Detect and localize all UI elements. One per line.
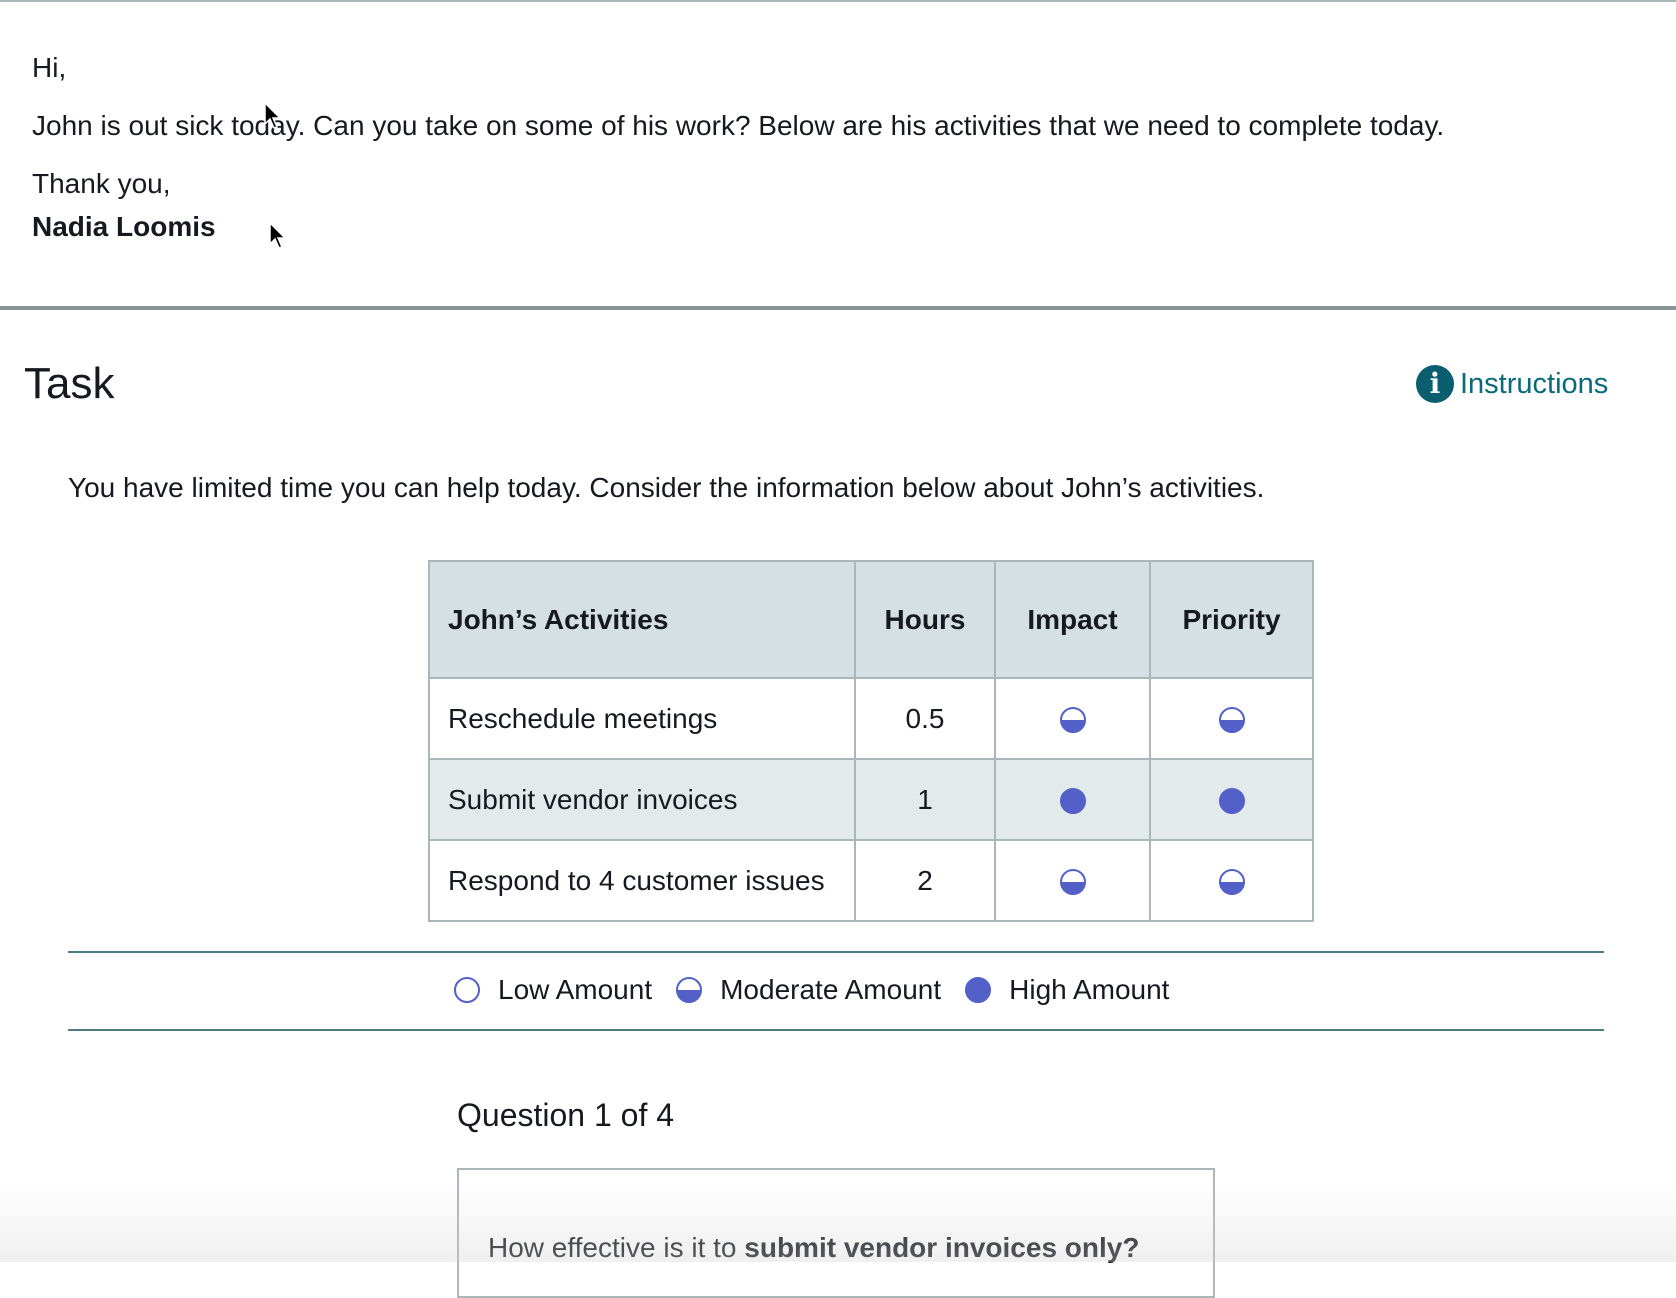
question-counter: Question 1 of 4 xyxy=(457,1097,675,1133)
mouse-cursor-icon xyxy=(264,102,282,129)
impact-level-icon xyxy=(1059,707,1086,734)
legend-item-moderate: Moderate Amount xyxy=(676,970,941,1010)
section-divider xyxy=(0,306,1676,310)
email-message: Hi, John is out sick today. Can you take… xyxy=(32,48,1444,247)
question-prompt-prefix: How effective is it to xyxy=(488,1232,745,1263)
mouse-cursor-icon xyxy=(269,222,287,249)
legend-label-moderate: Moderate Amount xyxy=(720,974,942,1005)
row-priority xyxy=(1149,839,1314,922)
row-hours: 0.5 xyxy=(854,677,996,760)
low-amount-icon xyxy=(454,977,480,1003)
task-title: Task xyxy=(24,359,115,408)
legend-item-high: High Amount xyxy=(965,970,1169,1010)
instructions-link[interactable]: i Instructions xyxy=(1416,364,1608,404)
email-sender: Nadia Loomis xyxy=(32,211,216,242)
row-activity: Submit vendor invoices xyxy=(428,758,856,841)
header-activities: John’s Activities xyxy=(428,560,856,679)
priority-level-icon xyxy=(1218,707,1245,734)
question-prompt-bold: submit vendor invoices only? xyxy=(744,1232,1140,1263)
table-row: Respond to 4 customer issues 2 xyxy=(428,839,1314,922)
task-intro: You have limited time you can help today… xyxy=(68,472,1265,503)
email-closing: Thank you, xyxy=(32,168,171,199)
row-impact xyxy=(994,758,1151,841)
impact-level-icon xyxy=(1059,788,1086,815)
priority-level-icon xyxy=(1218,788,1245,815)
table-row: Submit vendor invoices 1 xyxy=(428,758,1314,841)
email-body: John is out sick today. Can you take on … xyxy=(32,110,1445,141)
table-row: Reschedule meetings 0.5 xyxy=(428,677,1314,760)
header-hours: Hours xyxy=(854,560,996,679)
priority-level-icon xyxy=(1218,869,1245,896)
table-header-row: John’s Activities Hours Impact Priority xyxy=(428,560,1314,679)
instructions-label: Instructions xyxy=(1460,368,1609,400)
legend-top-rule xyxy=(68,951,1604,953)
header-priority: Priority xyxy=(1149,560,1314,679)
row-activity: Respond to 4 customer issues xyxy=(428,839,856,922)
activities-table: John’s Activities Hours Impact Priority … xyxy=(428,560,1314,922)
row-impact xyxy=(994,677,1151,760)
row-impact xyxy=(994,839,1151,922)
legend-label-high: High Amount xyxy=(1009,974,1170,1005)
row-priority xyxy=(1149,758,1314,841)
legend-bottom-rule xyxy=(68,1029,1604,1031)
row-activity: Reschedule meetings xyxy=(428,677,856,760)
question-prompt: How effective is it to submit vendor inv… xyxy=(488,1228,1139,1268)
row-hours: 2 xyxy=(854,839,996,922)
row-hours: 1 xyxy=(854,758,996,841)
email-greeting: Hi, xyxy=(32,52,67,83)
header-impact: Impact xyxy=(994,560,1151,679)
high-amount-icon xyxy=(965,977,992,1003)
legend: Low Amount Moderate Amount High Amount xyxy=(454,970,1169,1010)
info-icon: i xyxy=(1416,365,1454,403)
row-priority xyxy=(1149,677,1314,760)
legend-item-low: Low Amount xyxy=(454,970,652,1010)
legend-label-low: Low Amount xyxy=(498,974,653,1005)
impact-level-icon xyxy=(1059,869,1086,896)
top-divider xyxy=(0,0,1676,2)
moderate-amount-icon xyxy=(676,977,703,1003)
